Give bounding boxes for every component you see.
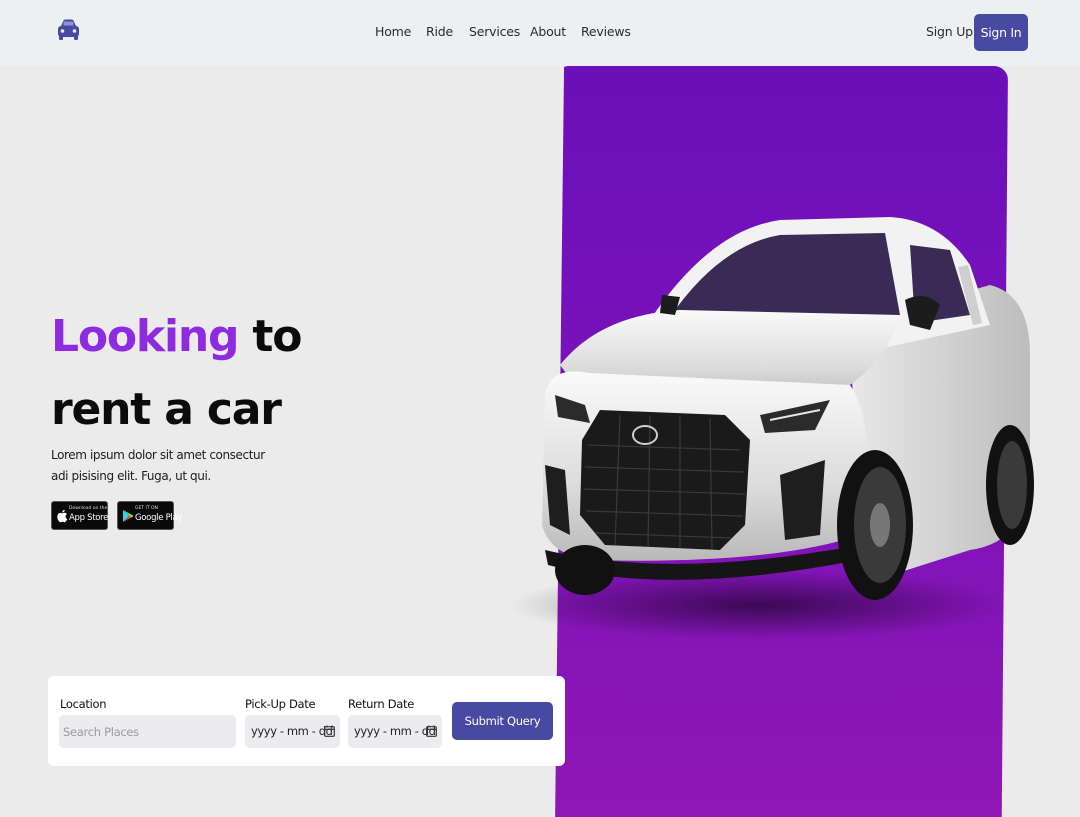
hero-title: Looking to rent a car	[51, 300, 302, 446]
return-date-value: yyyy - mm - dd	[354, 724, 436, 738]
apple-icon	[57, 509, 68, 523]
nav-home[interactable]: Home	[375, 24, 411, 39]
app-store-badge[interactable]: Download on the App Store	[51, 501, 108, 530]
sign-in-button[interactable]: Sign In	[974, 14, 1028, 51]
pickup-date-value: yyyy - mm - dd	[251, 724, 333, 738]
booking-form: Location Pick-Up Date yyyy - mm - dd Ret…	[48, 676, 565, 766]
google-play-badge[interactable]: GET IT ON Google Play	[117, 501, 182, 530]
car-image	[510, 217, 1034, 640]
main-nav: Home Ride Services About Reviews	[0, 24, 1080, 44]
hero-title-line2: rent a car	[51, 384, 282, 435]
nav-ride[interactable]: Ride	[426, 24, 453, 39]
calendar-icon[interactable]	[426, 725, 437, 737]
sign-up-link[interactable]: Sign Up	[926, 24, 973, 39]
page: Home Ride Services About Reviews Sign Up…	[0, 0, 1080, 817]
google-play-small-text: GET IT ON	[135, 506, 158, 511]
google-play-big-text: Google Play	[135, 513, 183, 523]
location-input[interactable]	[59, 715, 236, 748]
hero-title-accent: Looking	[51, 311, 239, 362]
hero-description: Lorem ipsum dolor sit amet consectur adi…	[51, 448, 265, 483]
pickup-date-input[interactable]: yyyy - mm - dd	[245, 715, 340, 748]
app-store-big-text: App Store	[69, 513, 109, 523]
return-date-label: Return Date	[348, 697, 415, 711]
hero-title-line1-rest: to	[238, 311, 302, 362]
nav-services[interactable]: Services	[469, 24, 520, 39]
header: Home Ride Services About Reviews Sign Up…	[0, 0, 1080, 66]
return-date-input[interactable]: yyyy - mm - dd	[348, 715, 442, 748]
play-icon	[123, 510, 134, 522]
nav-reviews[interactable]: Reviews	[581, 24, 631, 39]
nav-about[interactable]: About	[530, 24, 566, 39]
calendar-icon[interactable]	[324, 725, 335, 737]
location-label: Location	[60, 697, 107, 711]
app-store-small-text: Download on the	[69, 506, 108, 511]
submit-query-button[interactable]: Submit Query	[452, 702, 553, 740]
pickup-date-label: Pick-Up Date	[245, 697, 316, 711]
